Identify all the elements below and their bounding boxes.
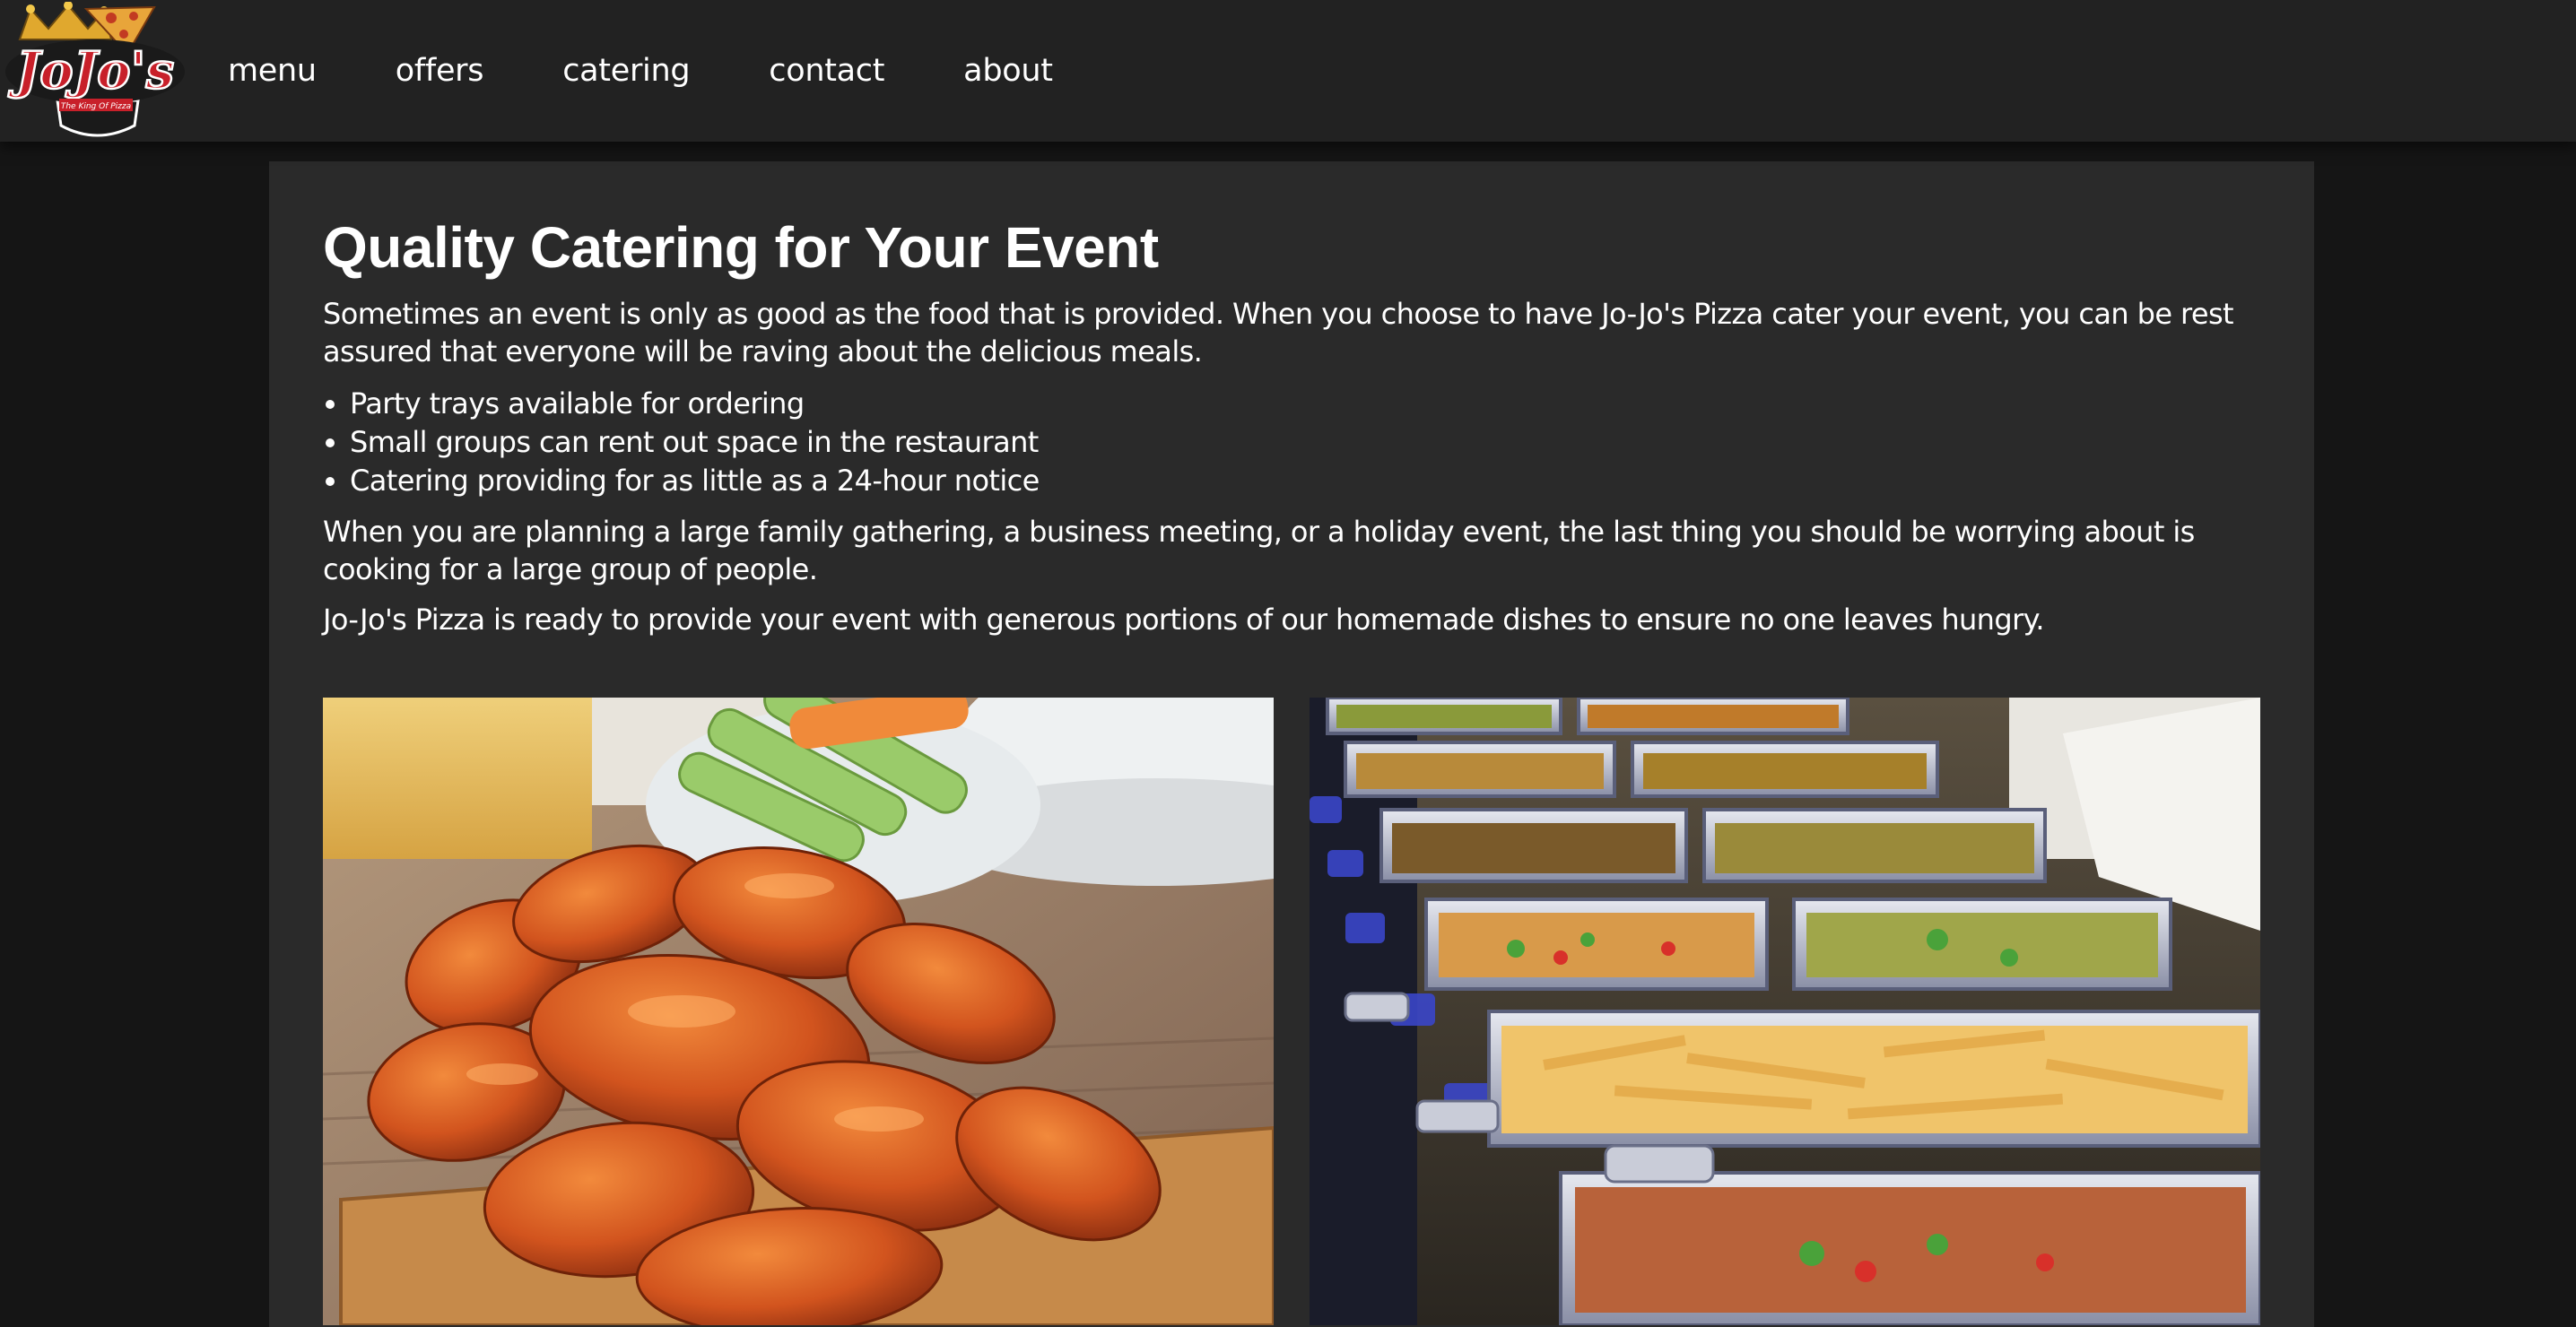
catering-features-list: Party trays available for ordering Small… (323, 385, 2260, 500)
list-item: Catering providing for as little as a 24… (350, 462, 2260, 500)
top-navbar: JoJo's The King Of Pizza menu offers cat… (0, 0, 2576, 142)
catering-article: Quality Catering for Your Event Sometime… (323, 213, 2260, 638)
main-nav: menu offers catering contact about (228, 0, 1132, 142)
ready-paragraph: Jo-Jo's Pizza is ready to provide your e… (323, 602, 2045, 637)
jojos-logo[interactable]: JoJo's The King Of Pizza (4, 2, 187, 142)
catering-buffet-photo (1310, 698, 2260, 1325)
page-title: Quality Catering for Your Event (323, 215, 1159, 280)
intro-paragraph: Sometimes an event is only as good as th… (323, 296, 2234, 369)
photo-gallery (323, 698, 2260, 1325)
buffalo-wings-photo (323, 698, 1274, 1325)
nav-offers-link[interactable]: offers (396, 53, 484, 89)
logo-wordmark: JoJo's (8, 41, 174, 100)
page-body: Quality Catering for Your Event Sometime… (0, 142, 2576, 1327)
list-item: Small groups can rent out space in the r… (350, 423, 2260, 462)
nav-catering-link[interactable]: catering (562, 53, 690, 89)
nav-about-link[interactable]: about (963, 53, 1053, 89)
logo-tagline: The King Of Pizza (61, 102, 131, 111)
nav-contact-link[interactable]: contact (769, 53, 884, 89)
nav-menu-link[interactable]: menu (228, 53, 317, 89)
list-item: Party trays available for ordering (350, 385, 2260, 423)
content-panel: Quality Catering for Your Event Sometime… (269, 161, 2314, 1327)
planning-paragraph: When you are planning a large family gat… (323, 514, 2195, 586)
